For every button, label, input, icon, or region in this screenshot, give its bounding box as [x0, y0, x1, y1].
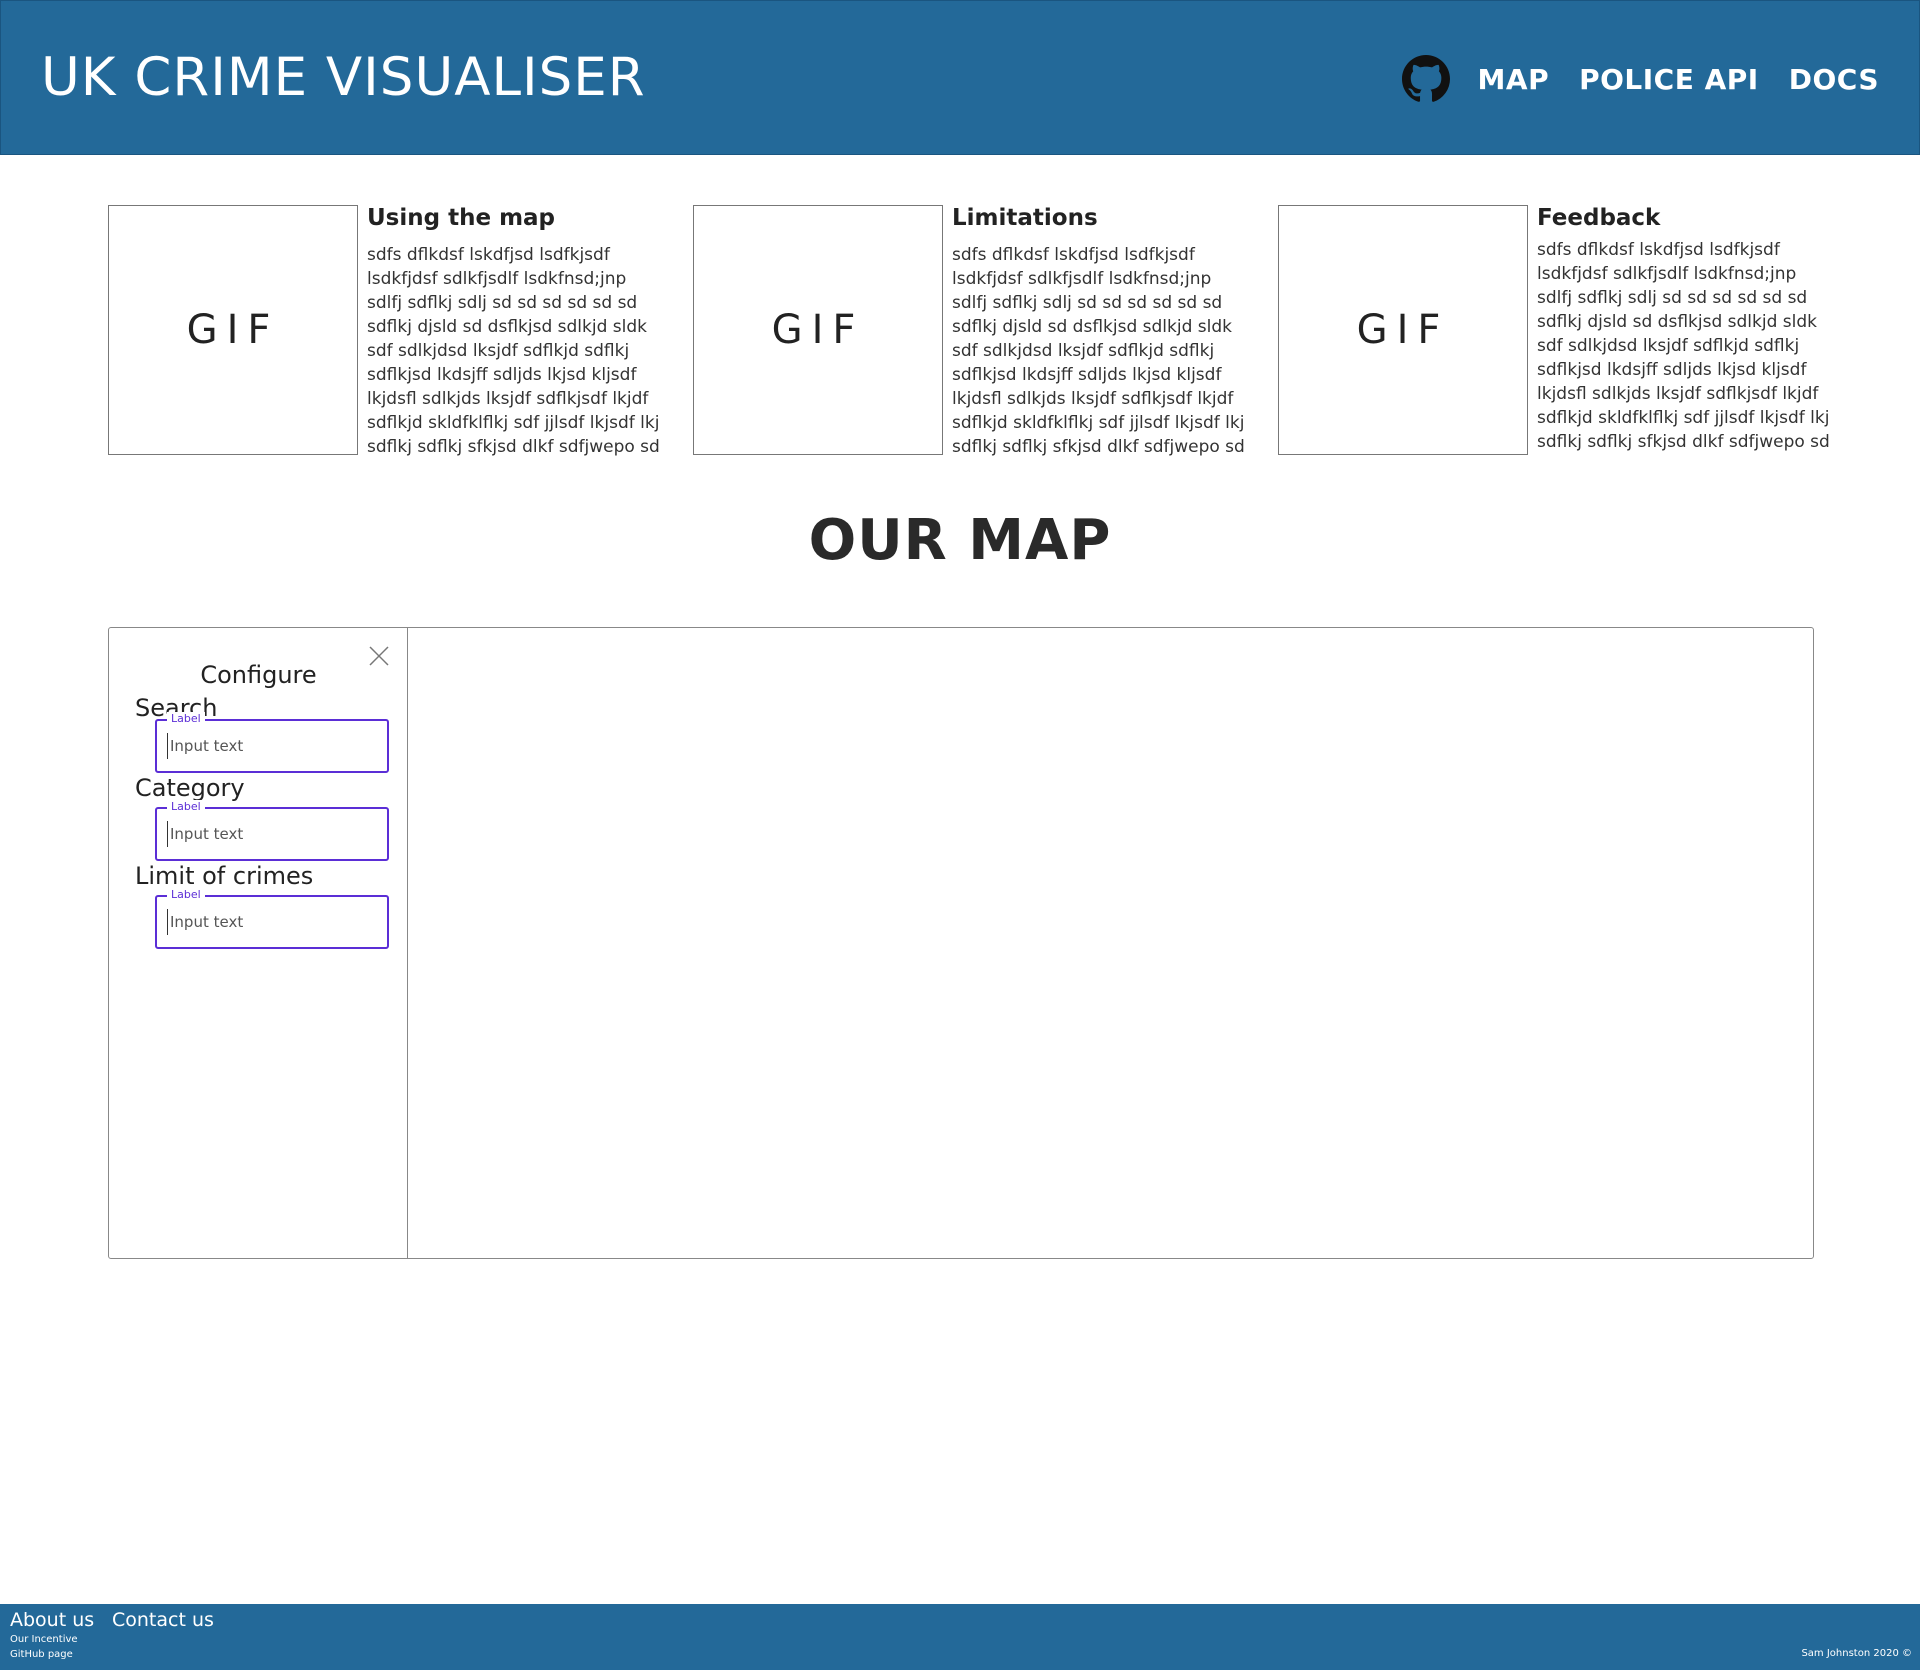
footer-github-page-link[interactable]: GitHub page	[10, 1647, 94, 1662]
card-text-line: lsdkfjdsf sdlkfjsdlf lsdkfnsd;jnp	[952, 269, 1212, 289]
search-floating-label: Label	[167, 712, 205, 726]
card-text-line: lkjdsfl sdlkjds lksjdf sdflkjsdf lkjdf	[367, 389, 649, 409]
card-text-line: sdflkjd skldfklflkj sdf jjlsdf lkjsdf lk…	[367, 413, 660, 433]
card-title: Feedback	[1537, 205, 1661, 231]
github-icon[interactable]	[1401, 55, 1450, 103]
app-title: UK CRIME VISUALISER	[41, 47, 646, 108]
configure-panel: Configure Search Label Category Label Li…	[109, 628, 408, 1258]
footer-contact-column: Contact us	[112, 1604, 214, 1632]
card-text-line: sdflkj sdflkj sfkjsd dlkf sdfjwepo sd	[1537, 432, 1830, 452]
card-text-line: sdfs dflkdsf lskdfjsd lsdfkjsdf	[952, 245, 1195, 265]
card-text-line: sdfs dflkdsf lskdfjsd lsdfkjsdf	[1537, 240, 1780, 260]
footer-about-column: About us Our Incentive GitHub page	[10, 1604, 94, 1662]
card-text-line: sdflkj djsld sd dsflkjsd sdlkjd sldk	[1537, 312, 1817, 332]
gif-placeholder: GIF	[108, 205, 358, 455]
card-text-line: sdf sdlkjdsd lksjdf sdflkjd sdflkj	[1537, 336, 1800, 356]
card-text-line: sdflkj sdflkj sfkjsd dlkf sdfjwepo sd	[367, 437, 660, 457]
card-title: Using the map	[367, 205, 556, 231]
card-text-line: sdflkjd skldfklflkj sdf jjlsdf lkjsdf lk…	[1537, 408, 1830, 428]
card-text-line: sdflkjsd lkdsjff sdljds lkjsd kljsdf	[1537, 360, 1807, 380]
card-text-line: sdflkjsd lkdsjff sdljds lkjsd kljsdf	[952, 365, 1222, 385]
site-header: UK CRIME VISUALISER MAP POLICE API DOCS	[0, 0, 1920, 155]
search-input[interactable]	[167, 733, 377, 759]
card-text-line: sdflkj djsld sd dsflkjsd sdlkjd sldk	[952, 317, 1232, 337]
map-canvas[interactable]	[409, 628, 1813, 1258]
limit-of-crimes-input[interactable]	[167, 909, 377, 935]
card-text-line: sdflkjsd lkdsjff sdljds lkjsd kljsdf	[367, 365, 637, 385]
card-text-line: sdflkj djsld sd dsflkjsd sdlkjd sldk	[367, 317, 647, 337]
limit-floating-label: Label	[167, 888, 205, 902]
copyright-text: Sam Johnston 2020 ©	[1801, 1648, 1912, 1659]
gif-placeholder: GIF	[693, 205, 943, 455]
limit-of-crimes-label: Limit of crimes	[135, 862, 314, 890]
card-text-line: sdlfj sdflkj sdlj sd sd sd sd sd sd	[367, 293, 638, 313]
info-card-using-map: GIF Using the map sdfs dflkdsf lskdfjsd …	[108, 205, 668, 465]
info-card-limitations: GIF Limitations sdfs dflkdsf lskdfjsd ls…	[693, 205, 1253, 465]
card-text-line: sdf sdlkjdsd lksjdf sdflkjd sdflkj	[367, 341, 630, 361]
map-section-title: OUR MAP	[808, 508, 1112, 573]
main-nav: MAP POLICE API DOCS	[1401, 53, 1879, 105]
search-field: Label	[155, 712, 389, 773]
card-text-line: lsdkfjdsf sdlkfjsdlf lsdkfnsd;jnp	[1537, 264, 1797, 284]
card-text-line: sdlfj sdflkj sdlj sd sd sd sd sd sd	[1537, 288, 1808, 308]
category-floating-label: Label	[167, 800, 205, 814]
footer-about-link[interactable]: About us	[10, 1608, 94, 1632]
card-title: Limitations	[952, 205, 1098, 231]
nav-police-api-link[interactable]: POLICE API	[1579, 63, 1759, 96]
card-text-line: sdf sdlkjdsd lksjdf sdflkjd sdflkj	[952, 341, 1215, 361]
card-text-line: sdlfj sdflkj sdlj sd sd sd sd sd sd	[952, 293, 1223, 313]
category-field: Label	[155, 800, 389, 861]
card-text-line: lkjdsfl sdlkjds lksjdf sdflkjsdf lkjdf	[1537, 384, 1819, 404]
card-text-line: lkjdsfl sdlkjds lksjdf sdflkjsdf lkjdf	[952, 389, 1234, 409]
site-footer: About us Our Incentive GitHub page Conta…	[0, 1604, 1920, 1670]
info-card-feedback: GIF Feedback sdfs dflkdsf lskdfjsd lsdfk…	[1278, 205, 1838, 465]
configure-title: Configure	[200, 661, 317, 689]
card-text-line: lsdkfjdsf sdlkfjsdlf lsdkfnsd;jnp	[367, 269, 627, 289]
card-description: sdfs dflkdsf lskdfjsd lsdfkjsdf lsdkfjds…	[952, 243, 1252, 459]
footer-our-incentive-link[interactable]: Our Incentive	[10, 1632, 94, 1647]
limit-of-crimes-field: Label	[155, 888, 389, 949]
category-label: Category	[135, 774, 245, 802]
gif-placeholder: GIF	[1278, 205, 1528, 455]
footer-contact-link[interactable]: Contact us	[112, 1608, 214, 1632]
card-text-line: sdflkjd skldfklflkj sdf jjlsdf lkjsdf lk…	[952, 413, 1245, 433]
card-description: sdfs dflkdsf lskdfjsd lsdfkjsdf lsdkfjds…	[1537, 238, 1837, 454]
nav-map-link[interactable]: MAP	[1478, 63, 1550, 96]
nav-docs-link[interactable]: DOCS	[1789, 63, 1879, 96]
category-input[interactable]	[167, 821, 377, 847]
card-text-line: sdflkj sdflkj sfkjsd dlkf sdfjwepo sd	[952, 437, 1245, 457]
map-container: Configure Search Label Category Label Li…	[108, 627, 1814, 1259]
card-text-line: sdfs dflkdsf lskdfjsd lsdfkjsdf	[367, 245, 610, 265]
card-description: sdfs dflkdsf lskdfjsd lsdfkjsdf lsdkfjds…	[367, 243, 667, 459]
